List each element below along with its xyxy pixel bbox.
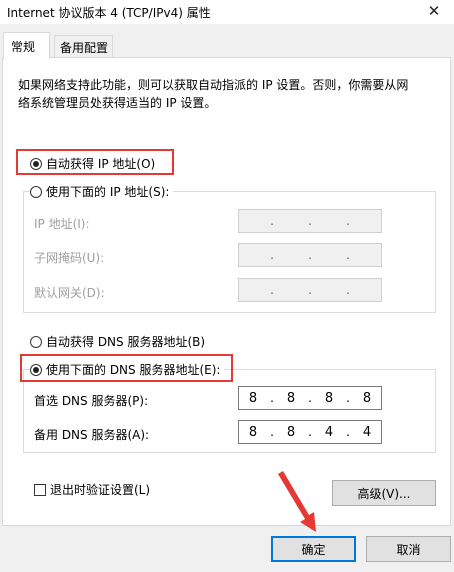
tab-label: 常规 bbox=[11, 40, 36, 54]
tab-general[interactable]: 常规 bbox=[3, 32, 50, 59]
annotation-arrow-icon bbox=[278, 471, 316, 532]
